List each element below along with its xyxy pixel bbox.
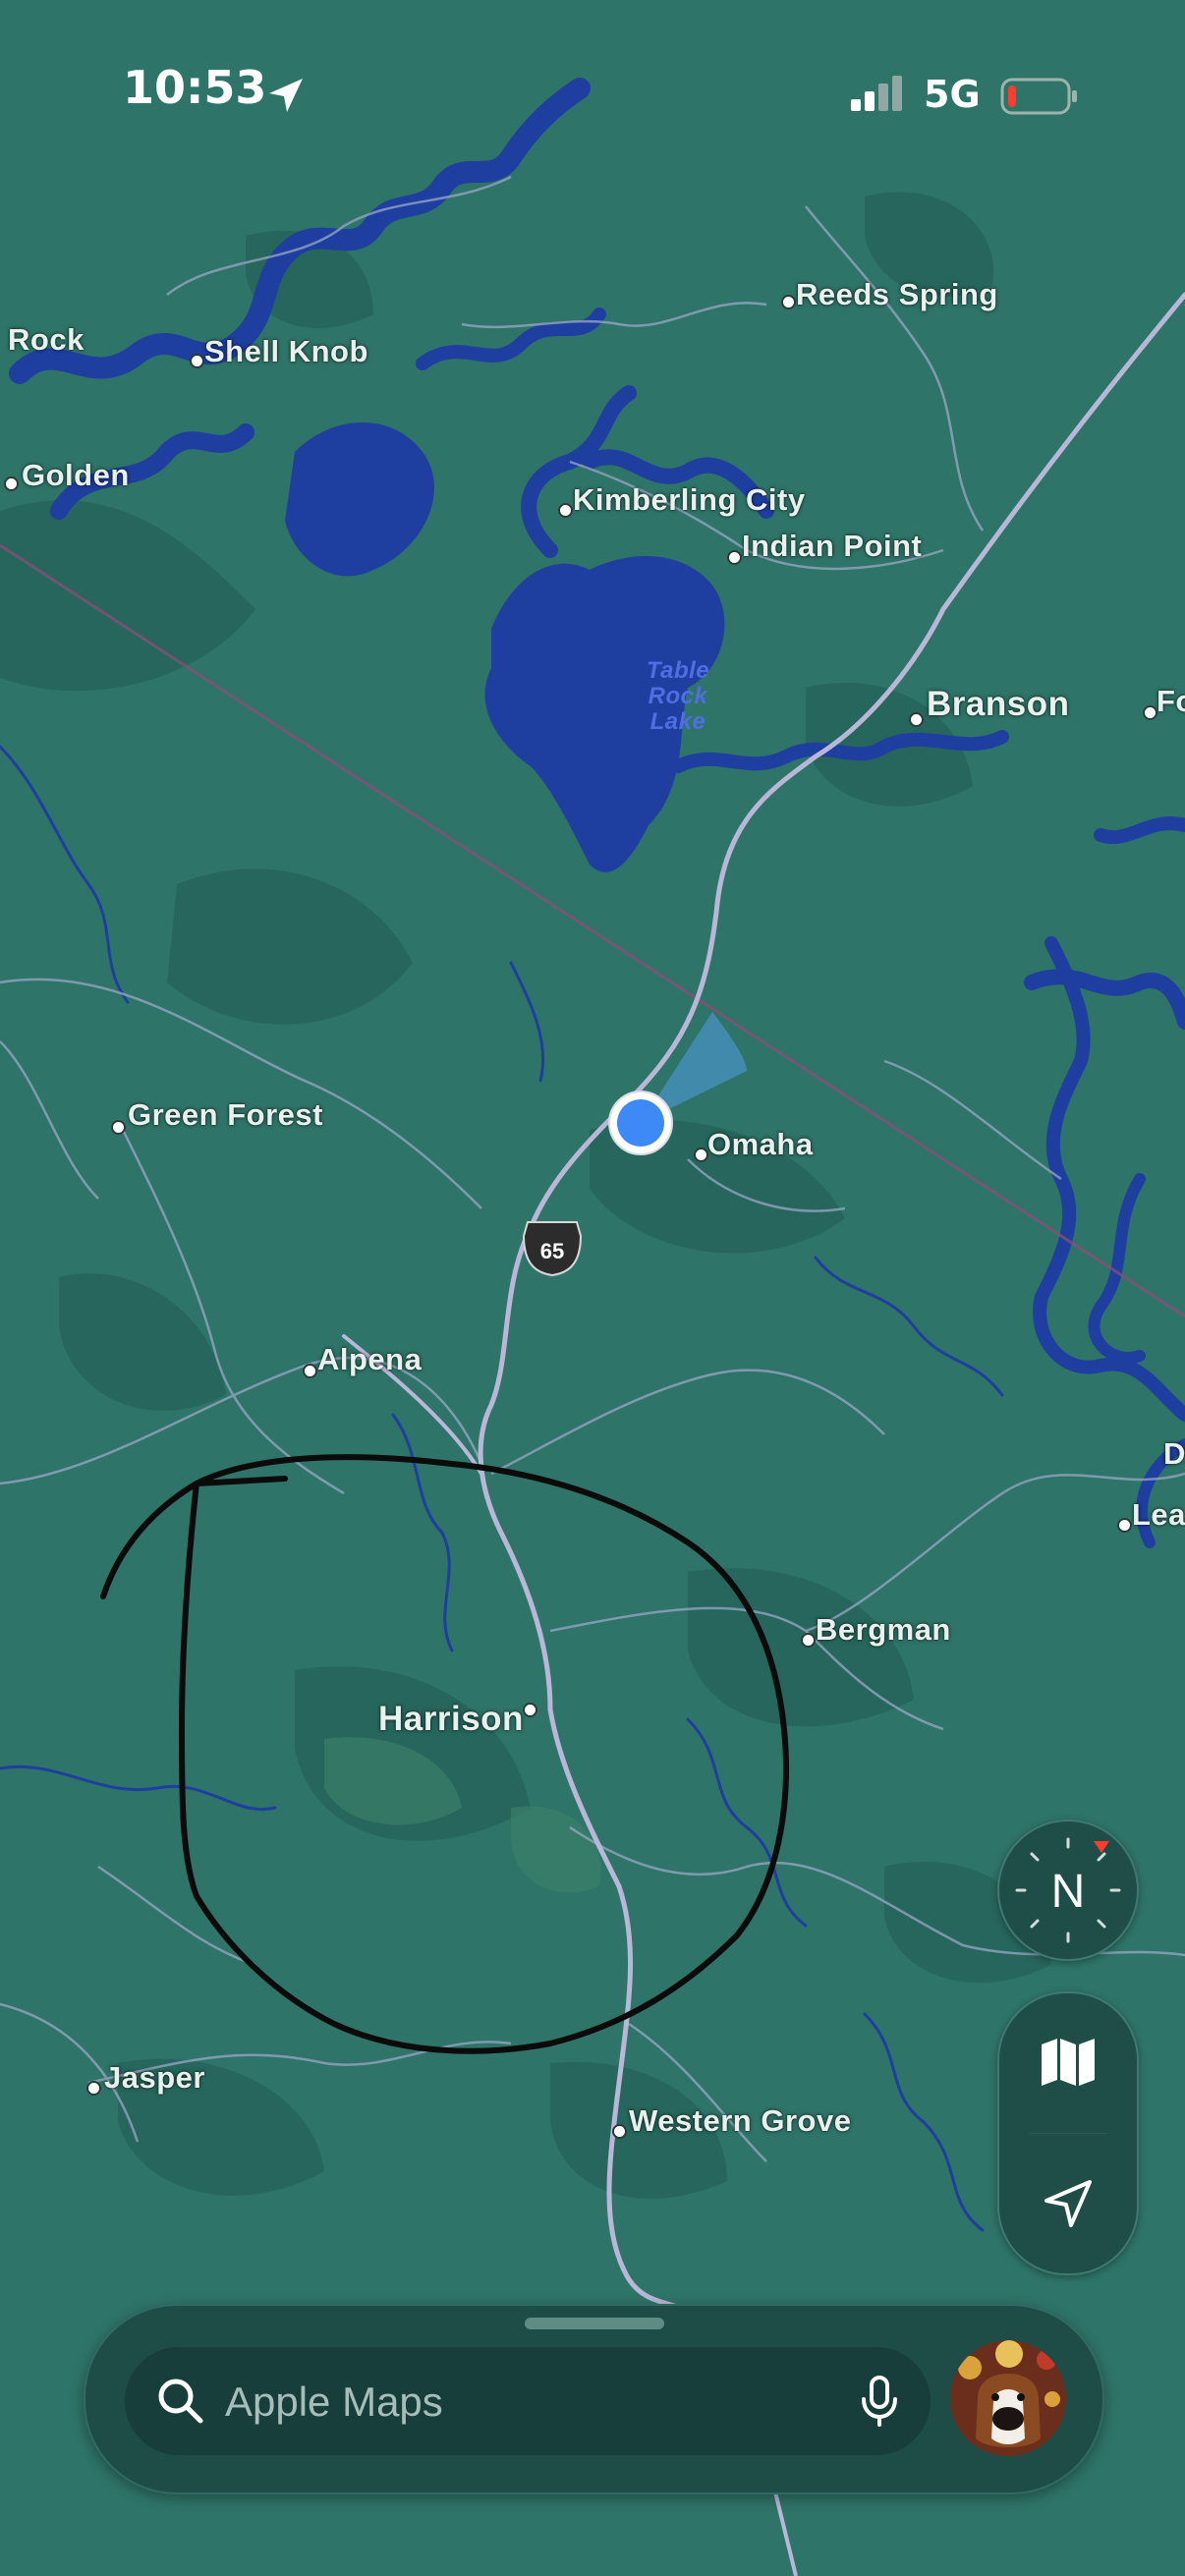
- place-dot-lea: [1117, 1518, 1132, 1533]
- profile-avatar[interactable]: [950, 2340, 1066, 2456]
- place-label-harrison: Harrison: [378, 1700, 524, 1738]
- place-dot-alpena: [303, 1364, 317, 1378]
- microphone-icon[interactable]: [852, 2374, 907, 2429]
- status-time: 10:53: [123, 61, 267, 114]
- location-services-icon: [269, 79, 303, 112]
- place-dot-western-grove: [612, 2124, 627, 2139]
- place-label-reeds-spring: Reeds Spring: [796, 277, 998, 311]
- place-label-lea: Lea: [1132, 1497, 1185, 1532]
- place-dot-bergman: [801, 1633, 816, 1648]
- avatar-photo: [950, 2340, 1066, 2456]
- place-dot-harrison: [523, 1703, 537, 1717]
- svg-text:65: 65: [540, 1239, 564, 1263]
- place-dot-shell-knob: [190, 354, 204, 368]
- compass-button[interactable]: N: [997, 1820, 1139, 1961]
- place-label-jasper: Jasper: [104, 2060, 205, 2095]
- search-sheet[interactable]: [84, 2304, 1104, 2494]
- lake-label-table-rock: Table Rock Lake: [646, 657, 710, 735]
- place-label-alpena: Alpena: [317, 1342, 423, 1376]
- place-dot-fo: [1143, 705, 1157, 720]
- sheet-grabber[interactable]: [525, 2318, 664, 2329]
- place-label-kimberling-city: Kimberling City: [573, 482, 806, 517]
- place-dot-indian-point: [727, 550, 742, 565]
- network-type: 5G: [924, 73, 981, 116]
- controls-divider: [1029, 2133, 1107, 2134]
- place-dot-golden: [4, 476, 19, 491]
- location-arrow-icon: [1044, 2180, 1092, 2227]
- place-dot-kimberling-city: [558, 503, 573, 518]
- compass-north-label: N: [1050, 1866, 1086, 1918]
- place-dot-reeds-spring: [781, 295, 796, 309]
- place-label-d: D: [1163, 1436, 1185, 1471]
- place-label-western-grove: Western Grove: [629, 2103, 852, 2138]
- place-label-fo: Fo: [1157, 684, 1185, 718]
- search-icon: [158, 2379, 203, 2424]
- battery-icon: [1000, 78, 1077, 115]
- map-controls: [997, 1991, 1139, 2275]
- place-label-branson: Branson: [927, 685, 1070, 723]
- place-label-omaha: Omaha: [707, 1127, 814, 1161]
- place-dot-branson: [909, 712, 924, 727]
- place-label-golden: Golden: [22, 458, 130, 492]
- place-label-bergman: Bergman: [816, 1612, 951, 1647]
- place-label-green-forest: Green Forest: [128, 1097, 323, 1132]
- place-dot-jasper: [86, 2081, 101, 2096]
- place-label-indian-point: Indian Point: [742, 529, 923, 563]
- place-label-rock: Rock: [8, 322, 85, 357]
- search-field[interactable]: [125, 2347, 931, 2455]
- map-icon: [1042, 2039, 1095, 2086]
- place-dot-green-forest: [111, 1120, 126, 1135]
- search-input[interactable]: [223, 2369, 836, 2436]
- place-dot-omaha: [694, 1148, 708, 1162]
- place-label-shell-knob: Shell Knob: [204, 334, 368, 368]
- cellular-signal-icon: [851, 76, 902, 111]
- current-location-button[interactable]: [999, 2135, 1137, 2272]
- map-mode-button[interactable]: [999, 1993, 1137, 2131]
